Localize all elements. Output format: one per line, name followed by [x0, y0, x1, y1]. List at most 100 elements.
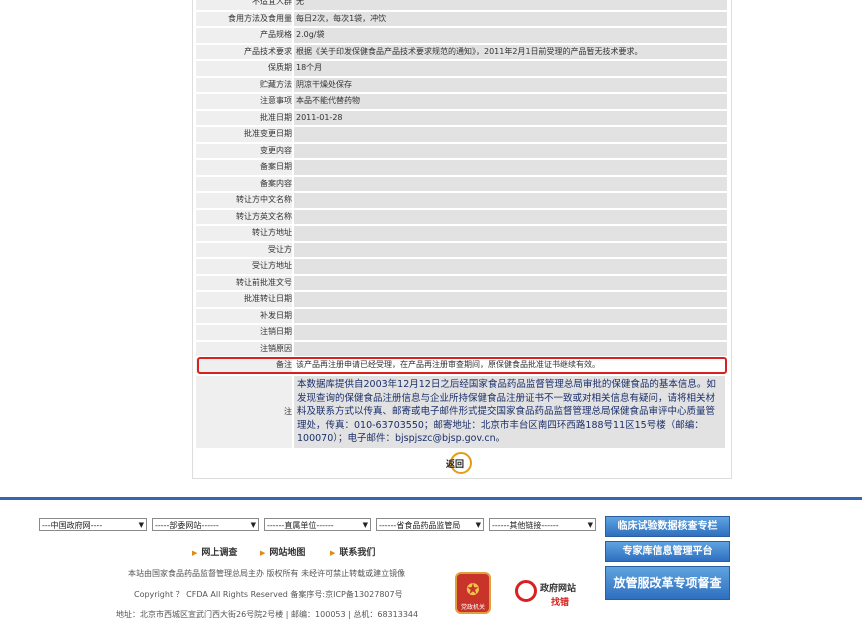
- row-value: [294, 226, 727, 241]
- row-value: 阴凉干燥处保存: [294, 77, 727, 92]
- row-label: 注销日期: [196, 325, 292, 340]
- row-value: [294, 242, 727, 257]
- row-label: 转让方英文名称: [196, 209, 292, 224]
- select-units[interactable]: ------直属单位------ ▼: [264, 518, 371, 531]
- row-value: 2.0g/袋: [294, 28, 727, 43]
- detail-table: 不适宜人群无食用方法及食用量 每日2次，每次1袋，冲饮 产品规格 2.0g/袋 产品技术…: [193, 0, 731, 374]
- table-row: 受让方地址: [193, 258, 731, 275]
- chevron-down-icon: ▼: [587, 521, 593, 529]
- row-label: 受让方: [196, 242, 292, 257]
- bullet-icon: ▶: [260, 549, 266, 557]
- row-value: 无: [294, 0, 727, 10]
- row-label: 批准转让日期: [196, 292, 292, 307]
- note-row: 注 本数据库提供自2003年12月12日之后经国家食品药品监督管理总局审批的保健…: [196, 376, 725, 448]
- row-value: [294, 160, 727, 175]
- table-row: 批准变更日期: [193, 126, 731, 143]
- row-value: 每日2次，每次1袋，冲饮: [294, 11, 727, 26]
- table-row: 不适宜人群无: [193, 0, 731, 11]
- link-survey-label: 网上调查: [201, 548, 238, 558]
- chevron-down-icon: ▼: [475, 521, 481, 529]
- table-row: 转让方中文名称: [193, 192, 731, 209]
- detail-panel: 不适宜人群无食用方法及食用量 每日2次，每次1袋，冲饮 产品规格 2.0g/袋 产品技术…: [192, 0, 732, 479]
- row-value: 根据《关于印发保健食品产品技术要求规范的通知》，2011年2月1日前受理的产品暂…: [294, 44, 727, 59]
- expert-db-button[interactable]: 专家库信息管理平台: [605, 541, 730, 562]
- table-row: 转让方地址: [193, 225, 731, 242]
- chevron-down-icon: ▼: [250, 521, 256, 529]
- row-value: [294, 341, 727, 356]
- select-other[interactable]: ------其他链接------ ▼: [489, 518, 596, 531]
- chevron-down-icon: ▼: [362, 521, 368, 529]
- note-label: 注: [196, 376, 292, 448]
- footer-copyright-cn: 本站由国家食品药品监督管理总局主办 版权所有 未经许可禁止转载或建立镜像: [128, 569, 406, 578]
- clinical-trial-button[interactable]: 临床试验数据核查专栏: [605, 516, 730, 537]
- table-row: 备案日期: [193, 159, 731, 176]
- row-value: [294, 292, 727, 307]
- row-label: 不适宜人群: [196, 0, 292, 10]
- row-value: 本品不能代替药物: [294, 94, 727, 109]
- select-provincial-value: ------省食品药品监管局: [379, 521, 461, 530]
- row-value: [294, 259, 727, 274]
- row-value: 2011-01-28: [294, 110, 727, 125]
- row-value: [294, 325, 727, 340]
- table-row: 受让方: [193, 242, 731, 259]
- table-row: 转让前批准文号: [193, 275, 731, 292]
- table-row: 产品规格 2.0g/袋: [193, 27, 731, 44]
- gov-site-sub: 找错: [551, 598, 570, 608]
- footer-copyright-en: Copyright ？ CFDA All Rights Reserved 备案序…: [134, 590, 403, 599]
- row-label: 转让方中文名称: [196, 193, 292, 208]
- link-survey[interactable]: ▶ 网上调查: [192, 545, 237, 558]
- table-row: 批准转让日期: [193, 291, 731, 308]
- select-gov-value: ---中国政府网----: [42, 521, 103, 530]
- table-row: 注销日期: [193, 324, 731, 341]
- row-label: 转让前批准文号: [196, 275, 292, 290]
- row-label: 变更内容: [196, 143, 292, 158]
- select-ministries-value: -----部委网站------: [155, 521, 219, 530]
- select-provincial[interactable]: ------省食品药品监管局 ▼: [376, 518, 484, 531]
- table-row: 批准日期 2011-01-28: [193, 110, 731, 127]
- select-gov[interactable]: ---中国政府网---- ▼: [39, 518, 147, 531]
- table-row: 转让方英文名称: [193, 209, 731, 226]
- emblem-icon: ✪: [466, 580, 480, 599]
- table-row: 备案内容: [193, 176, 731, 193]
- row-value: [294, 193, 727, 208]
- party-govt-badge[interactable]: ✪ 党政机关: [455, 572, 491, 614]
- badge-text: 党政机关: [460, 604, 485, 611]
- row-value: [294, 308, 727, 323]
- table-row: 保质期 18个月: [193, 60, 731, 77]
- magnifier-icon: [515, 580, 537, 602]
- select-units-value: ------直属单位------: [267, 521, 334, 530]
- row-value: [294, 143, 727, 158]
- row-label: 注销原因: [196, 341, 292, 356]
- row-value: [294, 275, 727, 290]
- chevron-down-icon: ▼: [138, 521, 144, 529]
- bullet-icon: ▶: [192, 549, 198, 557]
- note-text: 本数据库提供自2003年12月12日之后经国家食品药品监督管理总局审批的保健食品…: [294, 376, 725, 448]
- link-contact-label: 联系我们: [339, 548, 376, 558]
- row-label: 受让方地址: [196, 259, 292, 274]
- row-value: [294, 176, 727, 191]
- table-row: 变更内容: [193, 143, 731, 160]
- row-label: 转让方地址: [196, 226, 292, 241]
- gov-site-error-report[interactable]: 政府网站 找错: [515, 577, 587, 609]
- table-row: 贮藏方法 阴凉干燥处保存: [193, 77, 731, 94]
- table-row: 补发日期: [193, 308, 731, 325]
- back-button[interactable]: 返回: [444, 452, 478, 474]
- table-row: 食用方法及食用量 每日2次，每次1袋，冲饮: [193, 11, 731, 28]
- row-label: 备案内容: [196, 176, 292, 191]
- link-sitemap-label: 网站地图: [269, 548, 306, 558]
- row-value: 18个月: [294, 61, 727, 76]
- row-value: [294, 209, 727, 224]
- row-label: 批准日期: [196, 110, 292, 125]
- table-row: 注意事项 本品不能代替药物: [193, 93, 731, 110]
- gov-site-title: 政府网站: [540, 584, 577, 594]
- link-contact[interactable]: ▶ 联系我们: [330, 545, 375, 558]
- footer-address: 地址：北京市西城区宣武门西大街26号院2号楼 | 邮编：100053 | 总机：…: [116, 610, 419, 619]
- row-value: [294, 127, 727, 142]
- remark-highlight: [197, 357, 727, 374]
- reform-inspection-button[interactable]: 放管服改革专项督查: [605, 566, 730, 600]
- row-label: 贮藏方法: [196, 77, 292, 92]
- link-sitemap[interactable]: ▶ 网站地图: [260, 545, 305, 558]
- row-label: 备案日期: [196, 160, 292, 175]
- row-label: 注意事项: [196, 94, 292, 109]
- select-ministries[interactable]: -----部委网站------ ▼: [152, 518, 259, 531]
